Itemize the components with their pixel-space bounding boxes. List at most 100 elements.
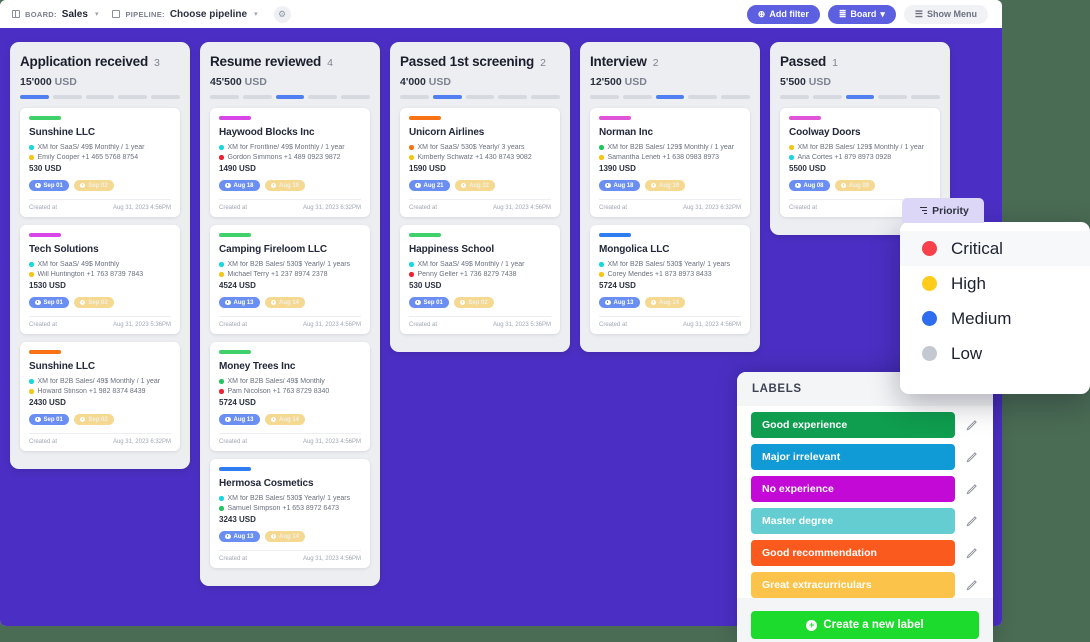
date-chip-start[interactable]: Aug 18 bbox=[219, 180, 260, 191]
date-chip-end[interactable]: Sep 02 bbox=[73, 180, 114, 191]
date-chip-end[interactable]: Aug 14 bbox=[264, 297, 306, 308]
stage-step[interactable] bbox=[210, 95, 239, 99]
show-menu-button[interactable]: ☰ Show Menu bbox=[903, 4, 988, 24]
deal-card[interactable]: Sunshine LLC XM for B2B Sales/ 49$ Monthl… bbox=[20, 342, 180, 451]
date-chip-end[interactable]: Aug 14 bbox=[264, 414, 306, 425]
stage-step[interactable] bbox=[721, 95, 750, 99]
date-chip-end[interactable]: Aug 14 bbox=[644, 297, 686, 308]
date-chip-end[interactable]: Sep 02 bbox=[73, 297, 114, 308]
clock-icon bbox=[650, 299, 657, 306]
deal-card[interactable]: Unicorn Airlines XM for SaaS/ 530$ Yearly… bbox=[400, 108, 560, 217]
priority-option[interactable]: Low bbox=[900, 336, 1090, 371]
deal-card[interactable]: Norman Inc XM for B2B Sales/ 129$ Monthly… bbox=[590, 108, 750, 217]
stage-step[interactable] bbox=[151, 95, 180, 99]
stage-step[interactable] bbox=[622, 95, 652, 99]
priority-option[interactable]: Critical bbox=[900, 231, 1090, 266]
card-amount: 3243 USD bbox=[219, 515, 256, 524]
deal-card[interactable]: Mongolica LLC XM for B2B Sales/ 530$ Year… bbox=[590, 225, 750, 334]
stage-step[interactable] bbox=[688, 95, 718, 99]
label-row: Major irrelevant bbox=[751, 444, 979, 470]
stage-step[interactable] bbox=[531, 95, 560, 99]
date-chip-end[interactable]: Sep 02 bbox=[453, 297, 494, 308]
kanban-column: Interview 2 12'500 USD Norman Inc XM for B2B… bbox=[580, 42, 760, 352]
card-contact-line: Ana Cortes +1 879 8973 0928 bbox=[789, 154, 931, 161]
date-chip-start[interactable]: Sep 01 bbox=[29, 180, 69, 191]
priority-option[interactable]: Medium bbox=[900, 301, 1090, 336]
deal-card[interactable]: Money Trees Inc XM for B2B Sales/ 49$ Mon… bbox=[210, 342, 370, 451]
pencil-icon[interactable] bbox=[965, 546, 979, 560]
priority-sort-button[interactable]: Priority bbox=[902, 198, 984, 223]
date-chip-start[interactable]: Aug 08 bbox=[789, 180, 830, 191]
date-chip-end[interactable]: Aug 14 bbox=[264, 531, 306, 542]
label-chip[interactable]: Good recommendation bbox=[751, 540, 955, 566]
stage-step[interactable] bbox=[20, 95, 49, 99]
label-chip[interactable]: Master degree bbox=[751, 508, 955, 534]
stage-step[interactable] bbox=[911, 95, 940, 99]
pencil-icon[interactable] bbox=[965, 482, 979, 496]
deal-card[interactable]: Sunshine LLC XM for SaaS/ 49$ Monthly / 1… bbox=[20, 108, 180, 217]
stage-step[interactable] bbox=[85, 95, 115, 99]
stage-step[interactable] bbox=[845, 95, 875, 99]
deal-card[interactable]: Happiness School XM for SaaS/ 49$ Monthly… bbox=[400, 225, 560, 334]
card-product-line: XM for SaaS/ 49$ Monthly / 1 year bbox=[409, 261, 551, 268]
stage-step[interactable] bbox=[242, 95, 272, 99]
label-chip[interactable]: Great extracurriculars bbox=[751, 572, 955, 598]
column-amount-currency: USD bbox=[244, 76, 267, 88]
status-dot-icon bbox=[219, 389, 224, 394]
board-selector[interactable]: BOARD: Sales ▾ bbox=[12, 9, 98, 20]
create-new-label-button[interactable]: + Create a new label bbox=[751, 611, 979, 639]
stage-step[interactable] bbox=[400, 95, 429, 99]
pencil-icon[interactable] bbox=[965, 514, 979, 528]
deal-card[interactable]: Tech Solutions XM for SaaS/ 49$ Monthly Wi… bbox=[20, 225, 180, 334]
date-chip-end[interactable]: Aug 22 bbox=[454, 180, 496, 191]
pencil-icon[interactable] bbox=[965, 418, 979, 432]
stage-step[interactable] bbox=[432, 95, 462, 99]
stage-step[interactable] bbox=[878, 95, 908, 99]
pipeline-selector[interactable]: PIPELINE: Choose pipeline ▾ bbox=[112, 9, 258, 20]
board-view-label: Board bbox=[850, 9, 877, 19]
date-chip-end[interactable]: Aug 09 bbox=[834, 180, 876, 191]
date-chip-start[interactable]: Aug 21 bbox=[409, 180, 450, 191]
date-chip-start[interactable]: Sep 01 bbox=[409, 297, 449, 308]
stage-step[interactable] bbox=[52, 95, 82, 99]
label-chip[interactable]: Good experience bbox=[751, 412, 955, 438]
stage-step[interactable] bbox=[812, 95, 842, 99]
deal-card[interactable]: Haywood Blocks Inc XM for Frontline/ 49$ … bbox=[210, 108, 370, 217]
board-view-button[interactable]: ≣ Board ▾ bbox=[827, 4, 896, 24]
stage-step[interactable] bbox=[341, 95, 370, 99]
priority-dropdown-menu[interactable]: Critical High Medium Low bbox=[900, 222, 1090, 394]
label-chip-text: Good recommendation bbox=[762, 547, 877, 559]
stage-step[interactable] bbox=[780, 95, 809, 99]
card-date-chips: Sep 01 Sep 02 bbox=[409, 297, 551, 308]
stage-step[interactable] bbox=[465, 95, 495, 99]
stage-step[interactable] bbox=[590, 95, 619, 99]
date-chip-start[interactable]: Aug 18 bbox=[599, 180, 640, 191]
status-dot-icon bbox=[219, 379, 224, 384]
stage-step[interactable] bbox=[118, 95, 148, 99]
date-chip-end[interactable]: Aug 19 bbox=[264, 180, 306, 191]
stage-step[interactable] bbox=[655, 95, 685, 99]
label-chip[interactable]: Major irrelevant bbox=[751, 444, 955, 470]
date-chip-start[interactable]: Aug 13 bbox=[219, 414, 260, 425]
date-chip-start[interactable]: Aug 13 bbox=[599, 297, 640, 308]
pencil-icon[interactable] bbox=[965, 450, 979, 464]
column-header: Interview 2 bbox=[590, 54, 750, 69]
date-chip-start[interactable]: Aug 13 bbox=[219, 531, 260, 542]
date-chip-end[interactable]: Sep 02 bbox=[73, 414, 114, 425]
settings-button[interactable]: ⚙ bbox=[273, 5, 291, 23]
pencil-icon[interactable] bbox=[965, 578, 979, 592]
date-chip-start[interactable]: Sep 01 bbox=[29, 414, 69, 425]
deal-card[interactable]: Hermosa Cosmetics XM for B2B Sales/ 530$ … bbox=[210, 459, 370, 568]
column-amount-currency: USD bbox=[54, 76, 77, 88]
date-chip-start[interactable]: Sep 01 bbox=[29, 297, 69, 308]
priority-option[interactable]: High bbox=[900, 266, 1090, 301]
deal-card[interactable]: Camping Fireloom LLC XM for B2B Sales/ 53… bbox=[210, 225, 370, 334]
date-chip-start[interactable]: Aug 13 bbox=[219, 297, 260, 308]
add-filter-button[interactable]: ⊕ Add filter bbox=[746, 4, 820, 24]
card-color-bar bbox=[29, 233, 61, 237]
stage-step[interactable] bbox=[498, 95, 528, 99]
date-chip-end[interactable]: Aug 19 bbox=[644, 180, 686, 191]
stage-step[interactable] bbox=[275, 95, 305, 99]
stage-step[interactable] bbox=[308, 95, 338, 99]
label-chip[interactable]: No experience bbox=[751, 476, 955, 502]
